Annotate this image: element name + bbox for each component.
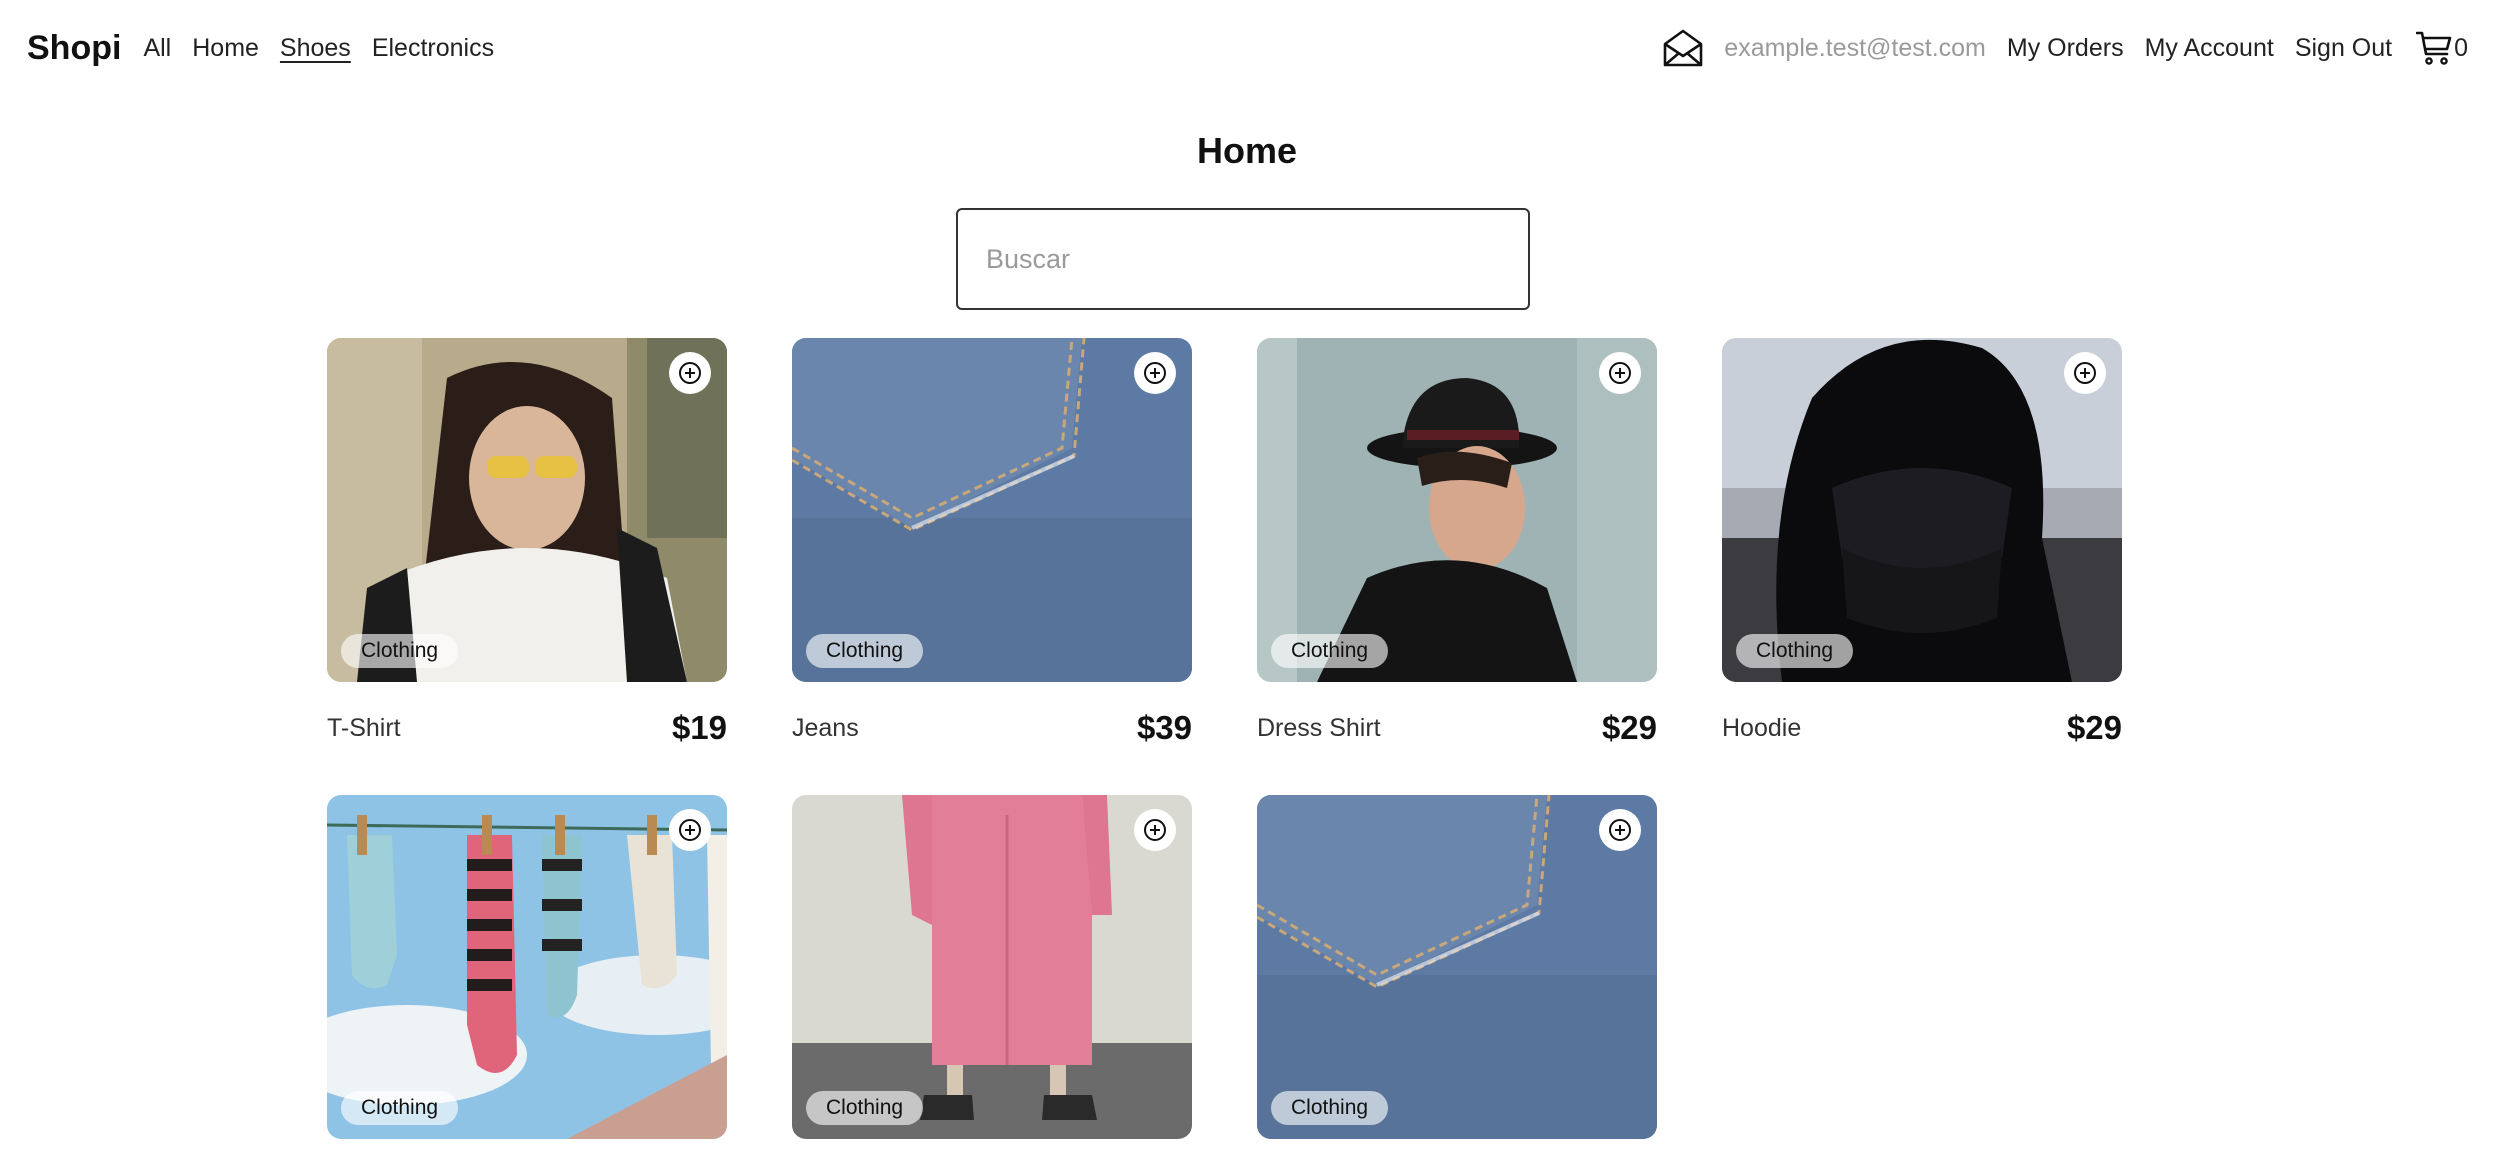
product-image-denim-pocket xyxy=(1257,795,1657,1139)
plus-circle-icon xyxy=(679,362,701,384)
product-card[interactable]: Clothing Dress Shirt $29 xyxy=(1257,338,1657,748)
add-to-cart-button[interactable] xyxy=(2064,352,2106,394)
brand-logo[interactable]: Shopi xyxy=(27,29,121,68)
nav-link-home[interactable]: Home xyxy=(192,34,259,63)
category-badge: Clothing xyxy=(1271,1091,1389,1125)
cart-count: 0 xyxy=(2454,33,2468,62)
product-figure[interactable]: Clothing xyxy=(1257,795,1657,1139)
product-image-man-black-hat xyxy=(1257,338,1657,682)
product-figure[interactable]: Clothing xyxy=(792,795,1192,1139)
search-input[interactable] xyxy=(956,208,1530,310)
category-badge: Clothing xyxy=(1736,634,1854,668)
product-image-black-hoodie-cap xyxy=(1722,338,2122,682)
product-card[interactable]: Clothing Jeans $39 xyxy=(792,338,1192,748)
product-price: $29 xyxy=(1601,709,1657,746)
page-title: Home xyxy=(1196,130,1298,171)
product-figure[interactable]: Clothing xyxy=(327,338,727,682)
product-info: Dress Shirt $29 xyxy=(1257,708,1657,748)
my-account-link[interactable]: My Account xyxy=(2145,34,2274,63)
add-to-cart-button[interactable] xyxy=(669,352,711,394)
add-to-cart-button[interactable] xyxy=(669,809,711,851)
product-card[interactable]: Clothing Hoodie $29 xyxy=(1722,338,2122,748)
nav-link-all[interactable]: All xyxy=(143,34,171,63)
mail-icon[interactable] xyxy=(1662,27,1704,69)
product-image-socks-clothesline xyxy=(327,795,727,1139)
product-figure[interactable]: Clothing xyxy=(792,338,1192,682)
cart-icon xyxy=(2416,30,2452,66)
product-card[interactable]: Clothing xyxy=(792,795,1192,1139)
product-price: $19 xyxy=(671,709,727,746)
category-badge: Clothing xyxy=(341,634,459,668)
product-card[interactable]: Clothing xyxy=(1257,795,1657,1139)
product-name: Dress Shirt xyxy=(1257,713,1381,742)
plus-circle-icon xyxy=(1144,362,1166,384)
category-badge: Clothing xyxy=(341,1091,459,1125)
product-price: $39 xyxy=(1136,709,1192,746)
navbar: Shopi All Home Shoes Electronics example… xyxy=(0,0,2494,96)
product-grid: Clothing T-Shirt $19 Clothing Jeans $39 … xyxy=(327,338,2127,1165)
product-image-denim-pocket xyxy=(792,338,1192,682)
product-figure[interactable]: Clothing xyxy=(1257,338,1657,682)
product-name: T-Shirt xyxy=(327,713,401,742)
my-orders-link[interactable]: My Orders xyxy=(2007,34,2124,63)
add-to-cart-button[interactable] xyxy=(1134,809,1176,851)
product-image-woman-yellow-sunglasses xyxy=(327,338,727,682)
category-badge: Clothing xyxy=(1271,634,1389,668)
product-info: T-Shirt $19 xyxy=(327,708,727,748)
user-email: example.test@test.com xyxy=(1724,33,1986,62)
cart-button[interactable]: 0 xyxy=(2416,30,2468,66)
plus-circle-icon xyxy=(1609,362,1631,384)
nav-left: Shopi All Home Shoes Electronics xyxy=(27,29,515,68)
add-to-cart-button[interactable] xyxy=(1599,809,1641,851)
product-info: Hoodie $29 xyxy=(1722,708,2122,748)
product-card[interactable]: Clothing xyxy=(327,795,727,1139)
product-info: Jeans $39 xyxy=(792,708,1192,748)
category-badge: Clothing xyxy=(806,634,924,668)
add-to-cart-button[interactable] xyxy=(1134,352,1176,394)
product-price: $29 xyxy=(2066,709,2122,746)
plus-circle-icon xyxy=(679,819,701,841)
product-card[interactable]: Clothing T-Shirt $19 xyxy=(327,338,727,748)
nav-link-electronics[interactable]: Electronics xyxy=(372,34,494,63)
nav-link-shoes[interactable]: Shoes xyxy=(280,34,351,63)
product-image-pink-coat xyxy=(792,795,1192,1139)
add-to-cart-button[interactable] xyxy=(1599,352,1641,394)
product-name: Jeans xyxy=(792,713,859,742)
plus-circle-icon xyxy=(2074,362,2096,384)
category-badge: Clothing xyxy=(806,1091,924,1125)
plus-circle-icon xyxy=(1609,819,1631,841)
product-figure[interactable]: Clothing xyxy=(1722,338,2122,682)
product-figure[interactable]: Clothing xyxy=(327,795,727,1139)
nav-right: example.test@test.com My Orders My Accou… xyxy=(1662,27,2468,69)
plus-circle-icon xyxy=(1144,819,1166,841)
sign-out-link[interactable]: Sign Out xyxy=(2295,34,2392,63)
product-name: Hoodie xyxy=(1722,713,1802,742)
